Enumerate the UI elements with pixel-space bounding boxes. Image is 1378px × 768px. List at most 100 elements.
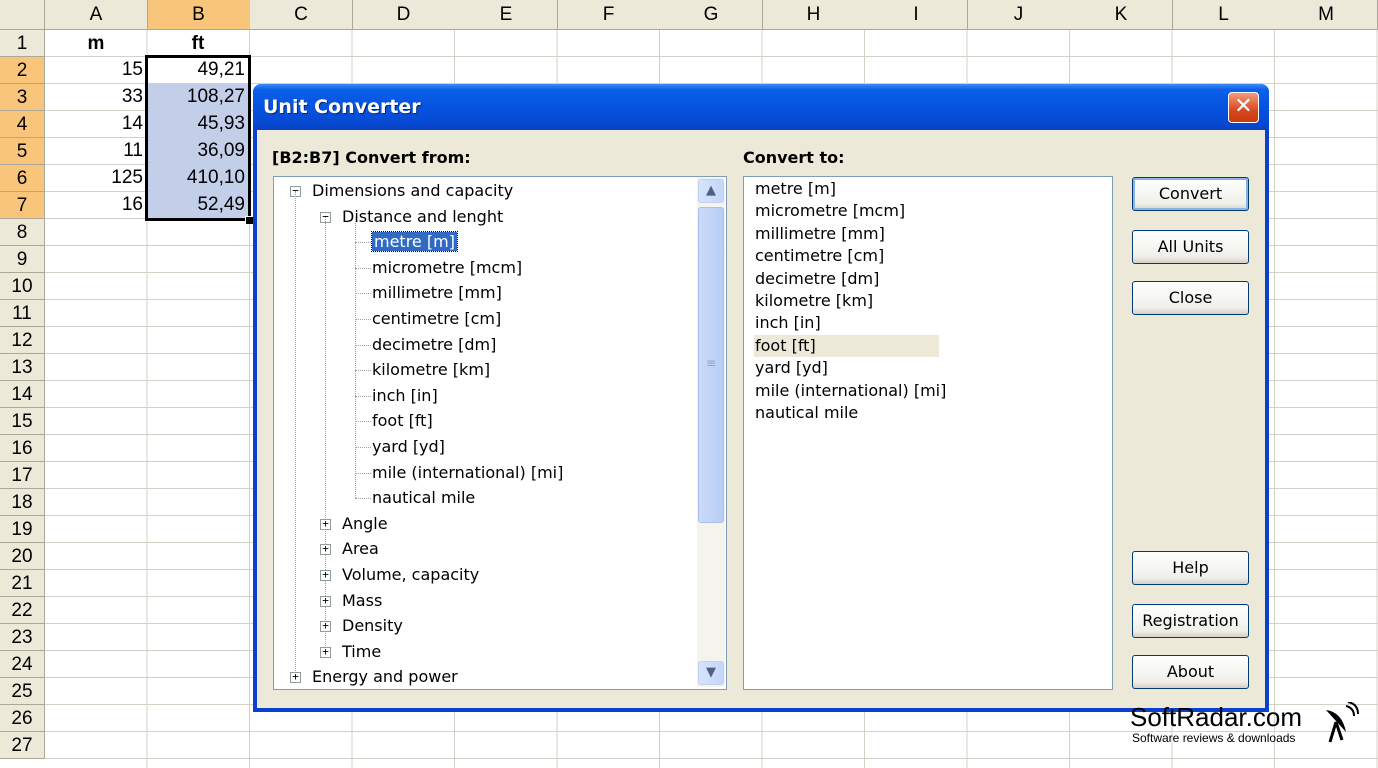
select-all-corner[interactable]: [0, 0, 45, 30]
about-button[interactable]: About: [1132, 655, 1249, 689]
cell-a4[interactable]: 14: [45, 111, 147, 137]
row-header-16[interactable]: 16: [0, 435, 45, 462]
to-list-item[interactable]: metre [m]: [754, 178, 837, 200]
cell-b7[interactable]: 52,49: [147, 192, 249, 218]
cell-b6[interactable]: 410,10: [147, 165, 249, 191]
tree-unit-1[interactable]: micrometre [mcm]: [372, 257, 522, 279]
cell-b4[interactable]: 45,93: [147, 111, 249, 137]
expand-icon[interactable]: +: [320, 595, 331, 607]
column-header-k[interactable]: K: [1070, 0, 1173, 30]
row-header-27[interactable]: 27: [0, 732, 45, 759]
cell-a3[interactable]: 33: [45, 84, 147, 110]
column-header-d[interactable]: D: [352, 0, 456, 30]
tree-node-mass[interactable]: Mass: [342, 590, 382, 612]
tree-node-angle[interactable]: Angle: [342, 513, 388, 535]
cell-a1[interactable]: m: [45, 31, 147, 57]
row-header-22[interactable]: 22: [0, 597, 45, 624]
to-list-item[interactable]: micrometre [mcm]: [754, 200, 906, 222]
to-list-item[interactable]: kilometre [km]: [754, 290, 874, 312]
convert-to-list[interactable]: metre [m] micrometre [mcm] millimetre [mm]…: [743, 176, 1113, 690]
row-header-26[interactable]: 26: [0, 705, 45, 732]
registration-button[interactable]: Registration: [1132, 604, 1249, 638]
expand-icon[interactable]: +: [320, 620, 331, 633]
row-header-1[interactable]: 1: [0, 30, 45, 57]
column-header-m[interactable]: M: [1275, 0, 1378, 30]
to-list-item[interactable]: yard [yd]: [754, 357, 829, 379]
title-bar[interactable]: Unit Converter ✕: [253, 84, 1269, 130]
column-header-a[interactable]: A: [45, 0, 148, 30]
close-button[interactable]: Close: [1132, 281, 1249, 315]
row-header-21[interactable]: 21: [0, 570, 45, 597]
to-list-item[interactable]: centimetre [cm]: [754, 245, 885, 267]
tree-unit-8[interactable]: yard [yd]: [372, 436, 445, 458]
row-header-10[interactable]: 10: [0, 273, 45, 300]
tree-node-distance[interactable]: Distance and lenght: [342, 206, 503, 228]
to-list-item[interactable]: inch [in]: [754, 312, 822, 334]
column-header-e[interactable]: E: [455, 0, 558, 30]
tree-unit-10[interactable]: nautical mile: [372, 487, 475, 509]
tree-unit-9[interactable]: mile (international) [mi]: [372, 462, 563, 484]
expand-icon[interactable]: +: [320, 646, 331, 658]
tree-node-energy[interactable]: Energy and power: [312, 666, 458, 688]
cell-b3[interactable]: 108,27: [147, 84, 249, 110]
scroll-down-icon[interactable]: ▼: [698, 661, 724, 685]
row-header-18[interactable]: 18: [0, 489, 45, 516]
row-header-11[interactable]: 11: [0, 300, 45, 327]
tree-node-volume-capacity[interactable]: Volume, capacity: [342, 564, 479, 586]
tree-unit-7[interactable]: foot [ft]: [372, 410, 433, 432]
row-header-19[interactable]: 19: [0, 516, 45, 543]
convert-from-tree[interactable]: − Dimensions and capacity − Distance and le…: [273, 176, 727, 690]
tree-node-density[interactable]: Density: [342, 615, 403, 637]
expand-icon[interactable]: +: [320, 543, 331, 556]
column-header-l[interactable]: L: [1172, 0, 1276, 30]
cell-b5[interactable]: 36,09: [147, 138, 249, 164]
row-header-23[interactable]: 23: [0, 624, 45, 651]
tree-node-time[interactable]: Time: [342, 641, 381, 663]
to-list-item[interactable]: millimetre [mm]: [754, 223, 886, 245]
row-header-4[interactable]: 4: [0, 111, 45, 138]
row-header-25[interactable]: 25: [0, 678, 45, 705]
scroll-up-icon[interactable]: ▲: [698, 179, 724, 203]
column-header-g[interactable]: G: [660, 0, 763, 30]
cell-a5[interactable]: 11: [45, 138, 147, 164]
column-header-b[interactable]: B: [147, 0, 251, 30]
expand-icon[interactable]: +: [320, 518, 331, 530]
row-header-9[interactable]: 9: [0, 246, 45, 273]
cell-b2[interactable]: 49,21: [147, 57, 249, 83]
tree-node-dimensions[interactable]: Dimensions and capacity: [312, 180, 513, 202]
row-header-5[interactable]: 5: [0, 138, 45, 165]
row-header-20[interactable]: 20: [0, 543, 45, 570]
column-header-f[interactable]: F: [557, 0, 661, 30]
row-header-12[interactable]: 12: [0, 327, 45, 354]
cell-a6[interactable]: 125: [45, 165, 147, 191]
help-button[interactable]: Help: [1132, 551, 1249, 585]
row-header-6[interactable]: 6: [0, 165, 45, 192]
column-header-c[interactable]: C: [250, 0, 353, 30]
row-header-7[interactable]: 7: [0, 192, 45, 219]
row-header-3[interactable]: 3: [0, 84, 45, 111]
tree-unit-3[interactable]: centimetre [cm]: [372, 308, 501, 330]
tree-unit-5[interactable]: kilometre [km]: [372, 359, 490, 381]
scroll-thumb[interactable]: ≡: [698, 207, 724, 523]
to-list-item[interactable]: foot [ft]: [754, 334, 939, 357]
expand-icon[interactable]: +: [290, 671, 301, 684]
row-header-2[interactable]: 2: [0, 57, 45, 84]
row-header-13[interactable]: 13: [0, 354, 45, 381]
column-header-j[interactable]: J: [967, 0, 1071, 30]
tree-unit-2[interactable]: millimetre [mm]: [372, 282, 502, 304]
cell-a2[interactable]: 15: [45, 57, 147, 83]
close-icon[interactable]: ✕: [1228, 92, 1259, 123]
column-header-i[interactable]: I: [865, 0, 968, 30]
row-header-17[interactable]: 17: [0, 462, 45, 489]
to-list-item[interactable]: mile (international) [mi]: [754, 380, 947, 402]
row-header-24[interactable]: 24: [0, 651, 45, 678]
all-units-button[interactable]: All Units: [1132, 230, 1249, 264]
column-header-h[interactable]: H: [762, 0, 866, 30]
tree-unit-0[interactable]: metre [m]: [371, 231, 458, 253]
tree-node-area[interactable]: Area: [342, 538, 379, 560]
to-list-item[interactable]: nautical mile: [754, 402, 859, 424]
tree-unit-4[interactable]: decimetre [dm]: [372, 334, 496, 356]
row-header-8[interactable]: 8: [0, 219, 45, 246]
convert-button[interactable]: Convert: [1132, 177, 1249, 211]
tree-unit-6[interactable]: inch [in]: [372, 385, 438, 407]
